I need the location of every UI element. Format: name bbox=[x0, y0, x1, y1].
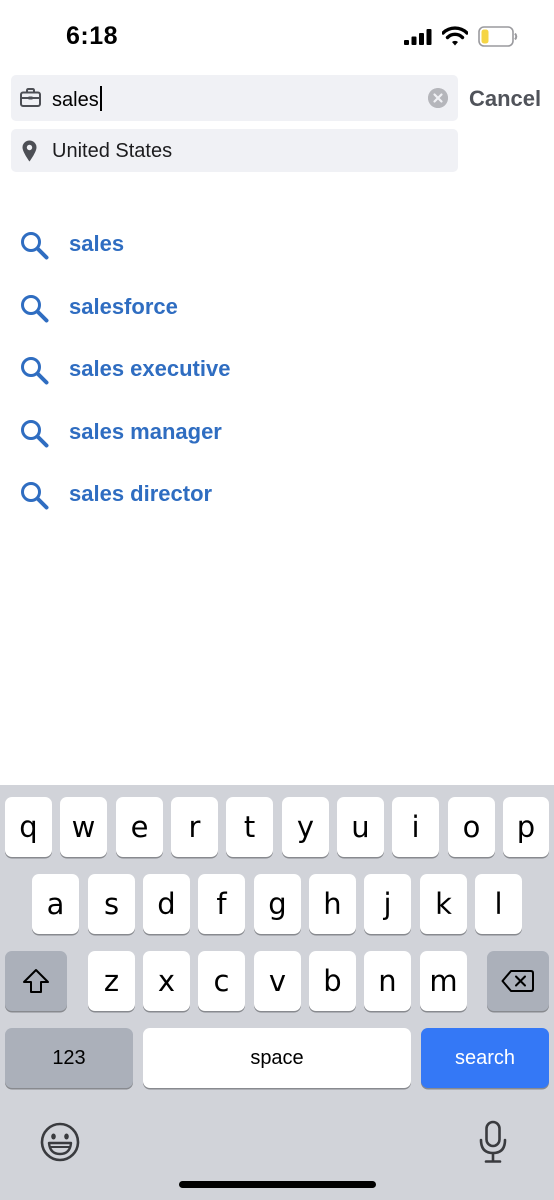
briefcase-icon bbox=[20, 88, 41, 107]
battery-icon bbox=[478, 26, 518, 47]
pin-icon bbox=[22, 140, 37, 162]
key-o[interactable]: o bbox=[448, 797, 495, 857]
suggestion-item[interactable]: sales bbox=[0, 212, 554, 275]
shift-icon bbox=[23, 969, 49, 993]
key-v[interactable]: v bbox=[254, 951, 301, 1011]
backspace-icon bbox=[501, 970, 534, 992]
emoji-icon[interactable] bbox=[40, 1122, 80, 1162]
key-c[interactable]: c bbox=[198, 951, 245, 1011]
suggestion-item[interactable]: sales manager bbox=[0, 400, 554, 463]
search-query-text: sales bbox=[52, 89, 99, 111]
clear-icon[interactable] bbox=[428, 88, 448, 108]
suggestion-label: sales director bbox=[69, 481, 213, 506]
key-w[interactable]: w bbox=[60, 797, 107, 857]
key-s[interactable]: s bbox=[88, 874, 135, 934]
search-icon bbox=[21, 482, 49, 510]
key-h[interactable]: h bbox=[309, 874, 356, 934]
key-y[interactable]: y bbox=[282, 797, 329, 857]
numbers-key[interactable]: 123 bbox=[5, 1028, 133, 1088]
suggestion-label: sales bbox=[69, 231, 125, 256]
home-indicator bbox=[179, 1181, 376, 1188]
search-input[interactable]: sales bbox=[11, 75, 458, 121]
location-input[interactable]: United States bbox=[11, 129, 458, 172]
search-value[interactable]: sales bbox=[52, 86, 102, 112]
key-f[interactable]: f bbox=[198, 874, 245, 934]
key-g[interactable]: g bbox=[254, 874, 301, 934]
key-p[interactable]: p bbox=[503, 797, 549, 857]
microphone-icon[interactable] bbox=[478, 1120, 508, 1164]
search-icon bbox=[21, 419, 49, 447]
shift-key[interactable] bbox=[5, 951, 67, 1011]
key-d[interactable]: d bbox=[143, 874, 190, 934]
key-t[interactable]: t bbox=[226, 797, 273, 857]
text-caret bbox=[99, 86, 102, 111]
key-i[interactable]: i bbox=[392, 797, 439, 857]
cancel-button[interactable]: Cancel bbox=[469, 86, 541, 112]
suggestion-label: sales manager bbox=[69, 418, 222, 444]
key-u[interactable]: u bbox=[337, 797, 384, 857]
status-time: 6:18 bbox=[66, 22, 119, 50]
suggestion-item[interactable]: sales director bbox=[0, 462, 554, 525]
suggestion-item[interactable]: salesforce bbox=[0, 275, 554, 338]
key-r[interactable]: r bbox=[171, 797, 218, 857]
suggestion-list: sales salesforce sales executive sales m… bbox=[0, 212, 554, 525]
search-icon bbox=[21, 232, 49, 260]
key-a[interactable]: a bbox=[32, 874, 79, 934]
suggestion-label: salesforce bbox=[69, 293, 178, 319]
search-icon bbox=[21, 294, 49, 322]
key-m[interactable]: m bbox=[420, 951, 467, 1011]
keyboard: q w e r t y u i o p a s d f g h j k l z … bbox=[0, 785, 554, 1200]
key-j[interactable]: j bbox=[364, 874, 411, 934]
key-k[interactable]: k bbox=[420, 874, 467, 934]
signal-icon bbox=[404, 29, 432, 45]
key-q[interactable]: q bbox=[5, 797, 52, 857]
location-value: United States bbox=[52, 140, 173, 162]
space-key[interactable]: space bbox=[143, 1028, 411, 1088]
key-b[interactable]: b bbox=[309, 951, 356, 1011]
wifi-icon bbox=[442, 26, 468, 46]
key-z[interactable]: z bbox=[88, 951, 135, 1011]
status-bar: 6:18 bbox=[0, 0, 554, 70]
suggestion-label: sales executive bbox=[69, 356, 231, 381]
key-x[interactable]: x bbox=[143, 951, 190, 1011]
key-e[interactable]: e bbox=[116, 797, 163, 857]
key-n[interactable]: n bbox=[364, 951, 411, 1011]
backspace-key[interactable] bbox=[487, 951, 549, 1011]
key-l[interactable]: l bbox=[475, 874, 522, 934]
suggestion-item[interactable]: sales executive bbox=[0, 337, 554, 400]
search-icon bbox=[21, 357, 49, 385]
search-key[interactable]: search bbox=[421, 1028, 549, 1088]
